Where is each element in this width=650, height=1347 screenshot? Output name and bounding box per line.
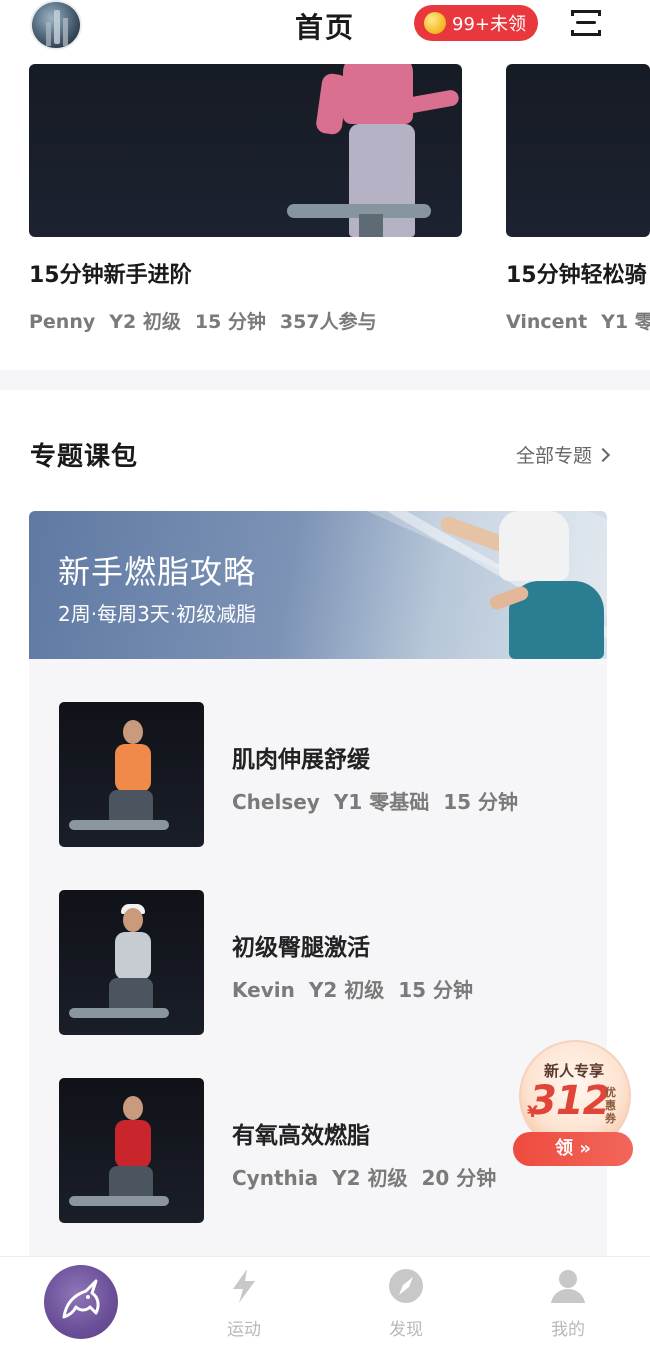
course-card[interactable]: 15分钟轻松骑 Vincent Y1 零 [506, 64, 650, 334]
lesson-level: Y2 初级 [332, 1166, 408, 1190]
tab-label: 发现 [389, 1320, 423, 1340]
coin-icon [424, 12, 446, 34]
pack-subtitle: 2周·每周3天·初级减脂 [58, 602, 257, 626]
lightning-icon [233, 1269, 255, 1303]
lesson-item[interactable]: 初级臀腿激活 Kevin Y2 初级 15 分钟 [59, 890, 579, 1035]
lesson-title[interactable]: 肌肉伸展舒缓 [232, 740, 370, 774]
course-meta: Vincent Y1 零 [506, 307, 650, 334]
lesson-thumbnail[interactable] [59, 1078, 204, 1223]
tab-label: 运动 [227, 1320, 261, 1340]
section-divider [0, 370, 650, 390]
course-duration: 15 分钟 [194, 311, 266, 333]
lesson-item[interactable]: 肌肉伸展舒缓 Chelsey Y1 零基础 15 分钟 [59, 702, 579, 847]
section-title: 专题课包 [30, 442, 139, 472]
coach-name: Vincent [506, 311, 588, 333]
lesson-thumbnail[interactable] [59, 702, 204, 847]
lesson-duration: 15 分钟 [398, 978, 474, 1002]
course-thumbnail[interactable] [506, 64, 650, 237]
pack-title: 新手燃脂攻略 [58, 553, 257, 591]
course-thumbnail[interactable] [29, 64, 462, 237]
chevron-right-icon [595, 447, 611, 462]
lesson-item[interactable]: 有氧高效燃脂 Cynthia Y2 初级 20 分钟 [59, 1078, 579, 1223]
new-user-coupon[interactable]: 新人专享 ¥ 312 优惠券 领 » [513, 1040, 635, 1168]
lesson-meta: Chelsey Y1 零基础 15 分钟 [232, 786, 532, 815]
all-topics-link[interactable]: 全部专题 [516, 441, 611, 468]
lesson-title[interactable]: 初级臀腿激活 [232, 928, 370, 962]
tab-sports[interactable]: 运动 [204, 1267, 284, 1340]
course-title[interactable]: 15分钟新手进阶 [29, 257, 462, 289]
tab-profile[interactable]: 我的 [528, 1267, 608, 1340]
participant-count: 357人参与 [279, 311, 377, 333]
menu-icon[interactable] [567, 6, 605, 40]
user-icon [551, 1270, 585, 1303]
course-card[interactable]: 15分钟新手进阶 Penny Y2 初级 15 分钟 357人参与 [29, 64, 462, 334]
course-title[interactable]: 15分钟轻松骑 [506, 257, 650, 289]
lesson-level: Y1 零基础 [333, 790, 430, 814]
pack-banner[interactable]: 新手燃脂攻略 2周·每周3天·初级减脂 [29, 511, 607, 659]
lesson-thumbnail[interactable] [59, 890, 204, 1035]
course-level: Y2 初级 [109, 311, 181, 333]
page-title: 首页 [294, 11, 355, 44]
lesson-level: Y2 初级 [308, 978, 385, 1002]
app-header: 首页 99+未领 [0, 0, 650, 56]
course-carousel[interactable]: 15分钟新手进阶 Penny Y2 初级 15 分钟 357人参与 15分钟轻松骑 V… [0, 56, 650, 356]
coupon-amount: 312 [529, 1078, 610, 1124]
claim-coupon-button[interactable]: 领 » [513, 1132, 633, 1166]
lesson-meta: Cynthia Y2 初级 20 分钟 [232, 1162, 510, 1191]
coach-name: Penny [29, 311, 96, 333]
all-topics-label: 全部专题 [516, 445, 593, 467]
course-level: Y1 零 [601, 311, 650, 333]
unicorn-logo-icon[interactable] [44, 1265, 118, 1339]
lesson-meta: Kevin Y2 初级 15 分钟 [232, 974, 487, 1003]
lesson-duration: 20 分钟 [421, 1166, 497, 1190]
lesson-duration: 15 分钟 [443, 790, 519, 814]
lesson-title[interactable]: 有氧高效燃脂 [232, 1116, 370, 1150]
coach-name: Cynthia [232, 1166, 319, 1190]
coach-name: Kevin [232, 978, 295, 1002]
coach-name: Chelsey [232, 790, 320, 814]
unclaimed-coins-label: 99+未领 [452, 14, 526, 35]
home-screen: 首页 99+未领 15分钟新手进阶 Penny Y2 初级 15 分钟 357人… [0, 0, 650, 1347]
tab-discover[interactable]: 发现 [366, 1267, 446, 1340]
bottom-tab-bar: 运动 发现 我的 [0, 1256, 650, 1347]
unclaimed-coins-badge[interactable]: 99+未领 [414, 5, 538, 41]
course-meta: Penny Y2 初级 15 分钟 357人参与 [29, 307, 462, 334]
coupon-type: 优惠券 [605, 1086, 616, 1125]
compass-icon [389, 1269, 423, 1303]
tab-label: 我的 [551, 1320, 585, 1340]
